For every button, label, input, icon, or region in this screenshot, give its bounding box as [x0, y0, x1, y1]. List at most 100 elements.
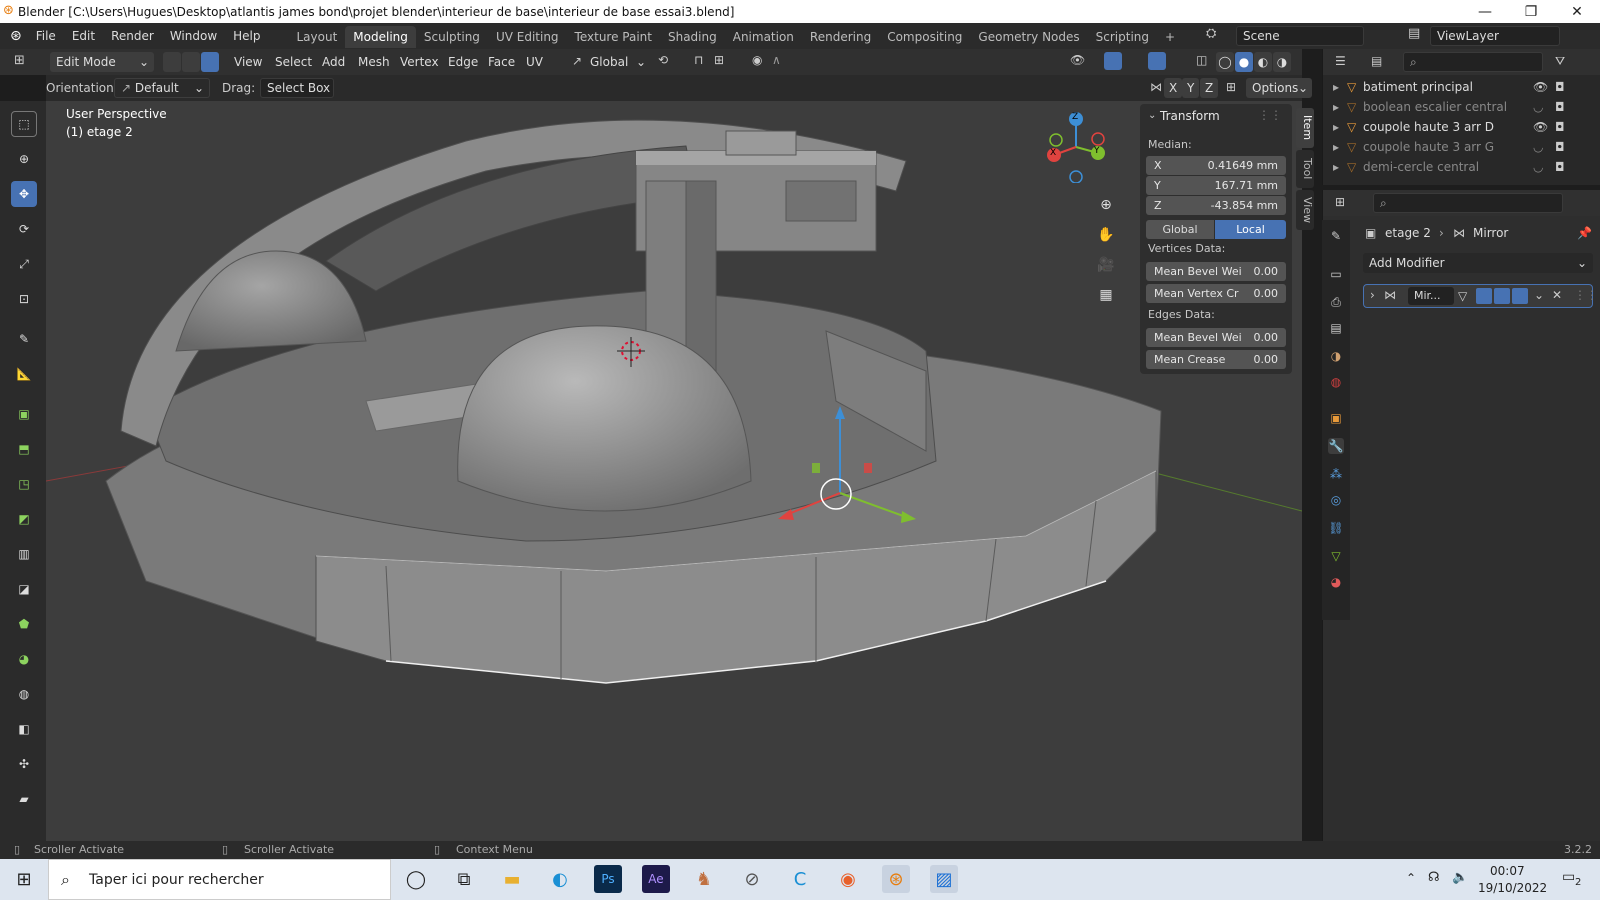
tab-tool[interactable]: Tool — [1296, 150, 1314, 188]
median-y-field[interactable]: Y 167.71 mm — [1146, 176, 1286, 195]
tab-layout[interactable]: Layout — [289, 26, 346, 48]
tab-view[interactable]: View — [1296, 190, 1314, 230]
outliner-search-input[interactable]: ⌕ — [1403, 52, 1543, 72]
circle-app-icon[interactable]: ⊘ — [738, 865, 766, 893]
measure-tool-icon[interactable]: 📐 — [11, 361, 37, 387]
camera-icon[interactable]: ◘ — [1555, 137, 1565, 157]
tab-item[interactable]: Item — [1296, 108, 1314, 148]
vertex-select-icon[interactable] — [163, 52, 181, 72]
outliner-row[interactable]: ▸ ▽ coupole haute 3 arr D 👁 ◘ — [1323, 117, 1600, 137]
median-z-field[interactable]: Z -43.854 mm — [1146, 196, 1286, 215]
proportional-editing-icon[interactable]: ◉ — [752, 53, 762, 67]
expand-chevron-icon[interactable]: › — [1370, 288, 1375, 302]
falloff-icon[interactable]: ∧ — [772, 53, 781, 67]
menu-face[interactable]: Face — [480, 49, 523, 75]
filter-icon[interactable]: ⛛ — [1555, 54, 1565, 69]
tab-texture-paint[interactable]: Texture Paint — [567, 26, 660, 48]
transform-tool-icon[interactable]: ⊡ — [11, 286, 37, 312]
volume-icon[interactable]: 🔈 — [1452, 870, 1468, 885]
inset-tool-icon[interactable]: ◳ — [11, 471, 37, 497]
view-layer-tab-icon[interactable]: ▤ — [1328, 320, 1344, 336]
transform-section-title[interactable]: Transform — [1160, 109, 1220, 123]
snap-icon[interactable]: ⊓ — [694, 53, 703, 67]
menu-window[interactable]: Window — [162, 23, 225, 49]
after-effects-icon[interactable]: Ae — [642, 865, 670, 893]
menu-help[interactable]: Help — [225, 23, 268, 49]
material-tab-icon[interactable]: ◕ — [1328, 574, 1344, 590]
minimize-button[interactable]: — — [1462, 0, 1508, 23]
object-tab-icon[interactable]: ▣ — [1328, 410, 1344, 426]
firefox-icon[interactable]: ◉ — [834, 865, 862, 893]
cortana-icon[interactable]: ◯ — [402, 865, 430, 893]
taskbar-date[interactable]: 19/10/2022 — [1478, 881, 1547, 895]
c-app-icon[interactable]: C — [786, 865, 814, 893]
mode-selector[interactable]: Edit Mode ⌄ — [50, 52, 154, 72]
axis-z-toggle[interactable]: Z — [1200, 78, 1219, 98]
outliner-row[interactable]: ▸ ▽ demi-cercle central ◡ ◘ — [1323, 157, 1600, 177]
bevel-tool-icon[interactable]: ◩ — [11, 506, 37, 532]
ortho-grid-icon[interactable]: ▦ — [1094, 283, 1118, 307]
display-mode-icon[interactable]: ▤ — [1371, 54, 1382, 68]
snap-target-icon[interactable]: ⊞ — [714, 53, 724, 67]
tab-uv-editing[interactable]: UV Editing — [488, 26, 567, 48]
properties-search-input[interactable]: ⌕ — [1373, 193, 1563, 213]
tab-geometry-nodes[interactable]: Geometry Nodes — [970, 26, 1087, 48]
edge-crease-field[interactable]: Mean Crease 0.00 — [1146, 350, 1286, 369]
add-modifier-button[interactable]: Add Modifier ⌄ — [1363, 253, 1593, 273]
constraints-tab-icon[interactable]: ⛓ — [1328, 520, 1344, 536]
menu-render[interactable]: Render — [103, 23, 162, 49]
game-app-icon[interactable]: ♞ — [690, 865, 718, 893]
tool-tab-icon[interactable]: ✎ — [1328, 228, 1344, 244]
taskbar-search-box[interactable]: ⌕ Taper ici pour rechercher — [48, 859, 391, 900]
tab-compositing[interactable]: Compositing — [879, 26, 970, 48]
maximize-button[interactable]: ❐ — [1508, 0, 1554, 23]
knife-tool-icon[interactable]: ◪ — [11, 576, 37, 602]
median-x-field[interactable]: X 0.41649 mm — [1146, 156, 1286, 175]
scene-selector[interactable]: Scene — [1236, 26, 1364, 46]
blender-menu-icon[interactable]: ⊛ — [10, 28, 22, 44]
material-shading-icon[interactable]: ◐ — [1254, 52, 1272, 72]
outliner-row[interactable]: ▸ ▽ batiment principal 👁 ◘ — [1323, 77, 1600, 97]
notification-icon[interactable]: ▭ — [1562, 869, 1575, 885]
camera-icon[interactable]: ◘ — [1555, 157, 1565, 177]
photos-app-icon[interactable]: ▨ — [930, 865, 958, 893]
add-workspace-button[interactable]: + — [1157, 26, 1183, 48]
menu-view[interactable]: View — [226, 49, 270, 75]
eye-icon[interactable]: 👁 — [1533, 77, 1548, 97]
annotate-tool-icon[interactable]: ✎ — [11, 326, 37, 352]
options-dropdown[interactable]: Options ⌄ — [1246, 78, 1312, 98]
expand-arrow-icon[interactable]: ▸ — [1333, 157, 1339, 177]
output-tab-icon[interactable]: ⎙ — [1328, 294, 1344, 310]
local-toggle[interactable]: Local — [1215, 220, 1286, 239]
viewport-toggle-icon[interactable] — [1494, 288, 1510, 304]
task-view-icon[interactable]: ⧉ — [450, 865, 478, 893]
overlay-toggle-icon[interactable] — [1148, 52, 1166, 70]
eye-hidden-icon[interactable]: ◡ — [1533, 157, 1543, 177]
expand-arrow-icon[interactable]: ▸ — [1333, 137, 1339, 157]
add-cube-tool-icon[interactable]: ▣ — [11, 401, 37, 427]
eye-hidden-icon[interactable]: ◡ — [1533, 97, 1543, 117]
pivot-point-icon[interactable]: ⟲ — [658, 53, 668, 67]
tab-shading[interactable]: Shading — [660, 26, 725, 48]
edge-browser-icon[interactable]: ◐ — [546, 865, 574, 893]
modifier-mirror-card[interactable]: › ⋈ Mir... ▽ ⌄ ✕ ⋮⋮ — [1363, 284, 1598, 308]
network-icon[interactable]: ☊ — [1428, 870, 1440, 885]
vertex-crease-field[interactable]: Mean Vertex Cr 0.00 — [1146, 284, 1286, 303]
rotate-tool-icon[interactable]: ⟳ — [11, 216, 37, 242]
outliner-editor-type-icon[interactable]: ☰ — [1335, 54, 1346, 68]
view-layer-selector[interactable]: ViewLayer — [1430, 26, 1560, 46]
tab-rendering[interactable]: Rendering — [802, 26, 879, 48]
eye-hidden-icon[interactable]: ◡ — [1533, 137, 1543, 157]
panel-drag-handle-icon[interactable]: ⋮⋮ — [1258, 108, 1282, 122]
edge-slide-tool-icon[interactable]: ◧ — [11, 716, 37, 742]
tab-scripting[interactable]: Scripting — [1088, 26, 1157, 48]
extrude-tool-icon[interactable]: ⬒ — [11, 436, 37, 462]
tab-modeling[interactable]: Modeling — [345, 26, 416, 48]
physics-tab-icon[interactable]: ◎ — [1328, 492, 1344, 508]
collapse-chevron-icon[interactable]: ⌄ — [1148, 110, 1156, 121]
move-tool-icon[interactable]: ✥ — [11, 181, 37, 207]
axis-y-toggle[interactable]: Y — [1182, 78, 1200, 98]
windows-start-icon[interactable]: ⊞ — [10, 865, 38, 893]
menu-add[interactable]: Add — [314, 49, 353, 75]
render-toggle-icon[interactable] — [1512, 288, 1528, 304]
